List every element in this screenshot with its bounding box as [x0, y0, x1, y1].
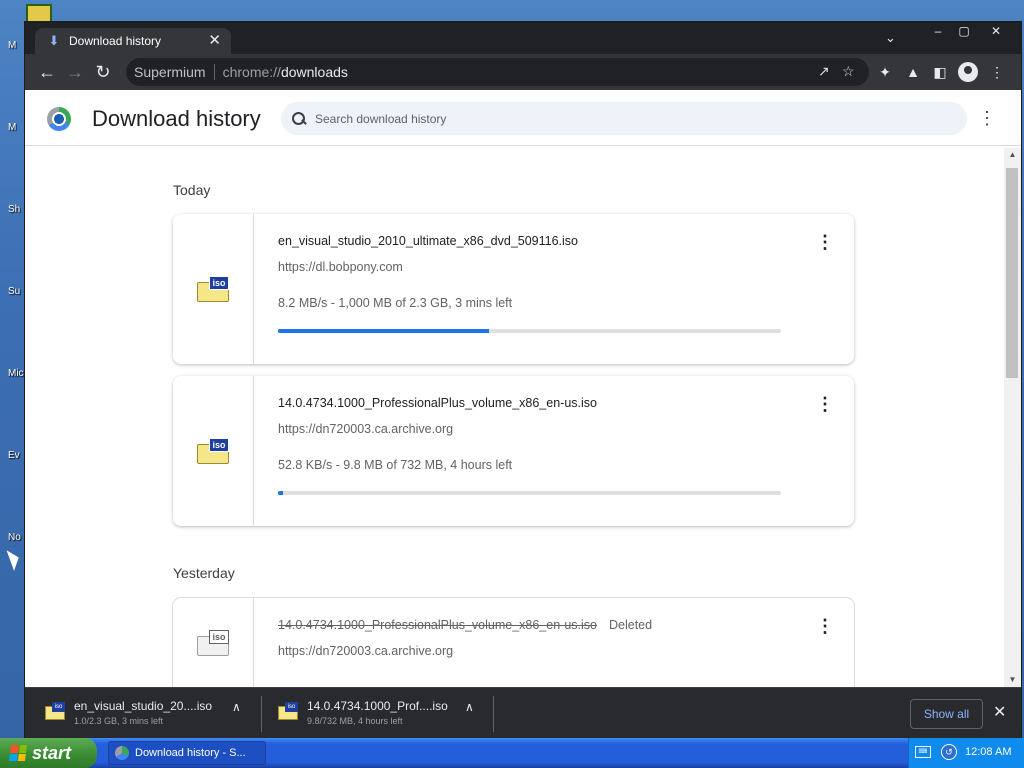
progress-bar — [278, 491, 781, 495]
desktop-label[interactable]: M — [8, 122, 16, 133]
toolbar: ← → ↻ Supermium chrome://downloads ↗ ☆ ✦… — [25, 54, 1021, 90]
file-url-link[interactable]: https://dn720003.ca.archive.org — [278, 644, 453, 658]
close-tab-icon[interactable]: ✕ — [208, 33, 221, 48]
progress-bar — [278, 329, 781, 333]
chevron-up-icon[interactable]: ∧ — [465, 700, 474, 714]
profile-avatar-icon[interactable] — [958, 62, 978, 82]
shelf-item-status: 9.8/732 MB, 4 hours left — [307, 716, 403, 726]
clock[interactable]: 12:08 AM — [965, 746, 1011, 758]
maximize-icon[interactable]: ▢ — [949, 22, 979, 40]
back-arrow-icon[interactable]: ← — [35, 60, 59, 84]
shelf-divider — [261, 696, 262, 732]
taskbar: start Download history - S... ⌨ ↺ 12:08 … — [0, 738, 1024, 768]
file-name-text: 14.0.4734.1000_ProfessionalPlus_volume_x… — [278, 618, 597, 632]
iso-file-icon: iso — [197, 438, 229, 464]
download-shelf: iso en_visual_studio_20....iso 1.0/2.3 G… — [25, 687, 1021, 738]
tab-downloads[interactable]: ⬇ Download history ✕ — [35, 28, 231, 54]
labs-flask-icon[interactable]: ▲ — [903, 62, 923, 82]
forward-arrow-icon[interactable]: → — [63, 60, 87, 84]
file-icon-column: iso — [173, 214, 254, 364]
chevron-up-icon[interactable]: ∧ — [232, 700, 241, 714]
download-item-deleted: iso 14.0.4734.1000_ProfessionalPlus_volu… — [173, 598, 854, 687]
progress-fill — [278, 491, 284, 495]
desktop-label[interactable]: No — [8, 532, 21, 543]
start-label: start — [32, 742, 72, 763]
shelf-divider — [493, 696, 494, 732]
item-more-icon[interactable]: ⋮ — [815, 232, 835, 252]
shelf-item[interactable]: iso 14.0.4734.1000_Prof....iso 9.8/732 M… — [278, 694, 488, 734]
shelf-item-status: 1.0/2.3 GB, 3 mins left — [74, 716, 164, 726]
close-shelf-icon[interactable]: ✕ — [993, 702, 1006, 722]
scroll-down-icon[interactable]: ▼ — [1004, 673, 1021, 687]
iso-file-icon: iso — [278, 702, 298, 720]
desktop-label[interactable]: Sh — [8, 204, 20, 215]
show-all-button[interactable]: Show all — [910, 699, 983, 729]
downloads-page: Download history ⋮ Today iso en_visual_s… — [25, 90, 1021, 687]
file-url-link[interactable]: https://dn720003.ca.archive.org — [278, 422, 453, 436]
site-chip: Supermium — [134, 64, 215, 80]
progress-text: 52.8 KB/s - 9.8 MB of 732 MB, 4 hours le… — [278, 458, 513, 472]
scroll-thumb[interactable] — [1006, 168, 1018, 378]
page-title: Download history — [92, 106, 261, 131]
taskbar-window-button[interactable]: Download history - S... — [108, 741, 266, 765]
desktop-label[interactable]: Su — [8, 286, 20, 297]
sync-icon[interactable]: ↺ — [941, 744, 957, 760]
file-url-link[interactable]: https://dl.bobpony.com — [278, 260, 403, 274]
file-name-row: 14.0.4734.1000_ProfessionalPlus_volume_x… — [278, 618, 652, 632]
search-input[interactable] — [315, 111, 915, 126]
file-name-link[interactable]: 14.0.4734.1000_ProfessionalPlus_volume_x… — [278, 396, 597, 410]
extensions-icon[interactable]: ✦ — [875, 62, 895, 82]
iso-file-icon: iso — [197, 276, 229, 302]
tab-strip: ⬇ Download history ✕ ⌄ – ▢ ✕ — [25, 22, 1021, 54]
item-more-icon[interactable]: ⋮ — [815, 394, 835, 414]
progress-fill — [278, 329, 490, 333]
search-bar[interactable] — [281, 102, 967, 135]
download-item: iso 14.0.4734.1000_ProfessionalPlus_volu… — [173, 376, 854, 526]
file-icon-column: iso — [173, 376, 254, 526]
start-button[interactable]: start — [0, 738, 97, 768]
item-more-icon[interactable]: ⋮ — [815, 616, 835, 636]
search-icon — [291, 111, 307, 127]
date-heading: Today — [173, 182, 211, 198]
keyboard-icon[interactable]: ⌨ — [915, 746, 931, 758]
scrollbar[interactable]: ▲ ▼ — [1004, 148, 1021, 687]
close-window-icon[interactable]: ✕ — [981, 22, 1011, 40]
deleted-status: Deleted — [608, 618, 653, 632]
desktop-label[interactable]: M — [8, 40, 16, 51]
downloads-header: Download history ⋮ — [25, 90, 1021, 146]
system-tray: ⌨ ↺ 12:08 AM — [908, 738, 1024, 768]
bookmark-star-icon[interactable]: ☆ — [842, 63, 855, 80]
iso-file-icon: iso — [197, 630, 229, 656]
reload-icon[interactable]: ↻ — [91, 60, 115, 84]
tab-search-chevron-down-icon[interactable]: ⌄ — [885, 30, 896, 46]
shelf-item-name: en_visual_studio_20....iso — [74, 699, 213, 713]
browser-window: ⬇ Download history ✕ ⌄ – ▢ ✕ ← → ↻ Super… — [25, 22, 1021, 738]
windows-logo-icon — [8, 745, 28, 761]
download-icon: ⬇ — [48, 33, 60, 48]
tab-title: Download history — [69, 34, 162, 48]
shelf-item[interactable]: iso en_visual_studio_20....iso 1.0/2.3 G… — [45, 694, 255, 734]
browser-menu-icon[interactable]: ⋮ — [987, 62, 1007, 82]
shelf-item-name: 14.0.4734.1000_Prof....iso — [307, 699, 448, 713]
download-item: iso en_visual_studio_2010_ultimate_x86_d… — [173, 214, 854, 364]
mouse-cursor-icon — [6, 547, 23, 571]
address-bar[interactable]: Supermium chrome://downloads ↗ ☆ — [126, 58, 869, 86]
file-icon-column: iso — [173, 598, 254, 687]
url-text: chrome://downloads — [222, 64, 348, 80]
share-icon[interactable]: ↗ — [818, 63, 830, 80]
date-heading: Yesterday — [173, 565, 235, 581]
more-actions-icon[interactable]: ⋮ — [977, 108, 997, 128]
desktop-label[interactable]: Ev — [8, 450, 20, 461]
browser-icon — [115, 746, 129, 760]
progress-text: 8.2 MB/s - 1,000 MB of 2.3 GB, 3 mins le… — [278, 296, 513, 310]
side-panel-icon[interactable]: ◧ — [930, 62, 950, 82]
taskbar-window-title: Download history - S... — [135, 747, 246, 759]
file-name-link[interactable]: en_visual_studio_2010_ultimate_x86_dvd_5… — [278, 234, 578, 248]
supermium-logo-icon — [47, 107, 71, 131]
iso-file-icon: iso — [45, 702, 65, 720]
scroll-up-icon[interactable]: ▲ — [1004, 148, 1021, 162]
